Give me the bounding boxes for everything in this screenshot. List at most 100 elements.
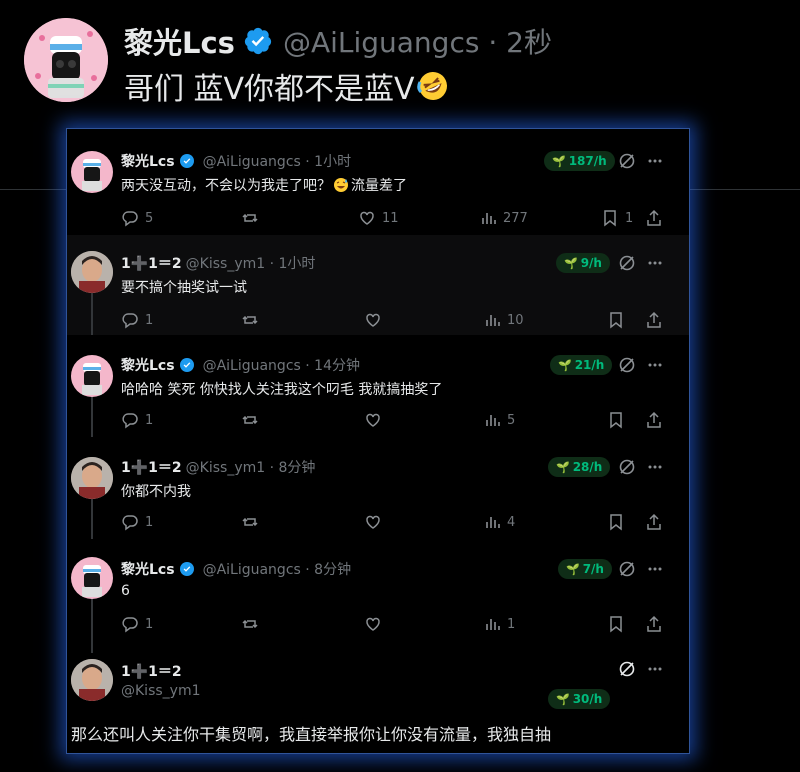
- share-button[interactable]: [645, 209, 669, 227]
- display-name[interactable]: 1➕1＝2: [121, 457, 182, 477]
- thread-tweet[interactable]: 1➕1＝2 @Kiss_ym1 · 1小时 要不搞个抽奖试一试 🌱 9/h 1 1…: [67, 235, 689, 335]
- retweet-button[interactable]: [241, 411, 265, 429]
- retweet-button[interactable]: [241, 209, 265, 227]
- bookmark-icon: [604, 210, 616, 227]
- tweet-text: 那么还叫人关注你干集贸啊，我直接举报你让你没有流量，我独自抽: [71, 725, 552, 744]
- share-button[interactable]: [645, 311, 669, 329]
- reply-button[interactable]: 5: [121, 209, 153, 227]
- views-button[interactable]: 10: [483, 311, 524, 329]
- views-rate: 9/h: [580, 256, 602, 270]
- reply-button[interactable]: 1: [121, 311, 153, 329]
- bookmark-button[interactable]: [607, 311, 631, 329]
- bookmark-button[interactable]: [607, 513, 631, 531]
- handle[interactable]: @Kiss_ym1: [121, 683, 201, 699]
- handle-and-time[interactable]: @AiLiguangcs · 2秒: [283, 21, 552, 61]
- more-icon[interactable]: [645, 151, 665, 171]
- like-button[interactable]: [364, 615, 388, 633]
- handle-and-time[interactable]: @Kiss_ym1 · 1小时: [186, 253, 316, 273]
- display-name[interactable]: 黎光Lcs: [121, 559, 175, 579]
- sprout-icon: 🌱: [556, 692, 570, 706]
- tweet-text: 要不搞个抽奖试一试: [121, 280, 247, 296]
- display-name[interactable]: 1➕1＝2: [121, 661, 182, 681]
- avatar[interactable]: [71, 355, 113, 397]
- reply-icon: [122, 313, 138, 329]
- focused-tweet[interactable]: 1➕1＝2 @Kiss_ym1 🌱 30/h 那么还叫人关注你干集贸啊，我直接举报…: [67, 649, 689, 753]
- views-rate: 28/h: [572, 460, 603, 474]
- bookmark-button[interactable]: 1: [601, 209, 633, 227]
- display-name[interactable]: 1➕1＝2: [121, 253, 182, 273]
- more-icon[interactable]: [645, 457, 665, 477]
- sprout-icon: 🌱: [552, 154, 566, 168]
- sweat-smile-emoji-icon: [334, 178, 348, 192]
- reply-icon: [122, 617, 138, 633]
- analytics-icon: [486, 517, 500, 528]
- retweet-button[interactable]: [241, 311, 265, 329]
- thread-tweet[interactable]: 黎光Lcs @AiLiguangcs · 14分钟 哈哈哈 笑死 你快找人关注我…: [67, 335, 689, 437]
- reply-button[interactable]: 1: [121, 615, 153, 633]
- views-button[interactable]: 5: [483, 411, 515, 429]
- avatar[interactable]: [71, 151, 113, 193]
- display-name[interactable]: 黎光Lcs: [121, 151, 175, 171]
- avatar[interactable]: [71, 557, 113, 599]
- analytics-icon: [486, 415, 500, 426]
- retweet-button[interactable]: [241, 513, 265, 531]
- handle-and-time[interactable]: @AiLiguangcs · 14分钟: [203, 355, 360, 375]
- tweet-actions: 1 4: [121, 513, 681, 533]
- views-rate-badge: 🌱 28/h: [548, 457, 611, 477]
- view-count: 4: [507, 514, 516, 530]
- display-name[interactable]: 黎光Lcs: [124, 20, 235, 62]
- view-count: 1: [507, 616, 516, 632]
- analytics-icon: [486, 315, 500, 326]
- grok-icon[interactable]: [617, 559, 637, 579]
- like-button[interactable]: [364, 513, 388, 531]
- share-icon: [647, 513, 661, 530]
- grok-icon[interactable]: [617, 253, 637, 273]
- share-button[interactable]: [645, 615, 669, 633]
- view-count: 10: [507, 312, 524, 328]
- bookmark-button[interactable]: [607, 411, 631, 429]
- grok-icon[interactable]: [617, 355, 637, 375]
- more-icon[interactable]: [645, 559, 665, 579]
- handle-and-time[interactable]: @AiLiguangcs · 8分钟: [203, 559, 352, 579]
- bookmark-button[interactable]: [607, 615, 631, 633]
- share-button[interactable]: [645, 411, 669, 429]
- avatar[interactable]: [24, 18, 108, 102]
- reply-count: 1: [145, 514, 154, 530]
- thread-tweet[interactable]: 1➕1＝2 @Kiss_ym1 · 8分钟 你都不内我 🌱 28/h 1 4: [67, 437, 689, 539]
- avatar[interactable]: [71, 659, 113, 701]
- thread-tweet[interactable]: 黎光Lcs @AiLiguangcs · 1小时 两天没互动，不会以为我走了吧？…: [67, 129, 689, 231]
- reply-button[interactable]: 1: [121, 411, 153, 429]
- tweet-text-row: 哥们 蓝V你都不是蓝V: [124, 64, 449, 108]
- views-button[interactable]: 1: [483, 615, 515, 633]
- views-rate: 7/h: [582, 562, 604, 576]
- reply-count: 1: [145, 412, 154, 428]
- sprout-icon: 🌱: [564, 256, 578, 270]
- views-button[interactable]: 4: [483, 513, 515, 531]
- reply-icon: [122, 211, 138, 227]
- like-button[interactable]: [364, 311, 388, 329]
- more-icon[interactable]: [645, 659, 665, 679]
- grok-icon[interactable]: [617, 457, 637, 477]
- grok-icon[interactable]: [617, 659, 637, 679]
- tweet-actions: 1 10: [121, 311, 681, 331]
- avatar[interactable]: [71, 457, 113, 499]
- share-button[interactable]: [645, 513, 669, 531]
- grok-icon[interactable]: [617, 151, 637, 171]
- display-name[interactable]: 黎光Lcs: [121, 355, 175, 375]
- more-icon[interactable]: [645, 253, 665, 273]
- handle-and-time[interactable]: @Kiss_ym1 · 8分钟: [186, 457, 316, 477]
- avatar[interactable]: [71, 251, 113, 293]
- like-button[interactable]: 11: [358, 209, 399, 227]
- like-button[interactable]: [364, 411, 388, 429]
- reply-icon: [122, 515, 138, 531]
- analytics-icon: [486, 619, 500, 630]
- views-button[interactable]: 277: [479, 209, 528, 227]
- more-icon[interactable]: [645, 355, 665, 375]
- reply-count: 5: [145, 210, 154, 226]
- bookmark-count: 1: [625, 210, 634, 226]
- handle-and-time[interactable]: @AiLiguangcs · 1小时: [203, 151, 352, 171]
- reply-button[interactable]: 1: [121, 513, 153, 531]
- views-rate-badge: 🌱 9/h: [556, 253, 610, 273]
- thread-tweet[interactable]: 黎光Lcs @AiLiguangcs · 8分钟 6 🌱 7/h 1 1: [67, 539, 689, 653]
- retweet-button[interactable]: [241, 615, 265, 633]
